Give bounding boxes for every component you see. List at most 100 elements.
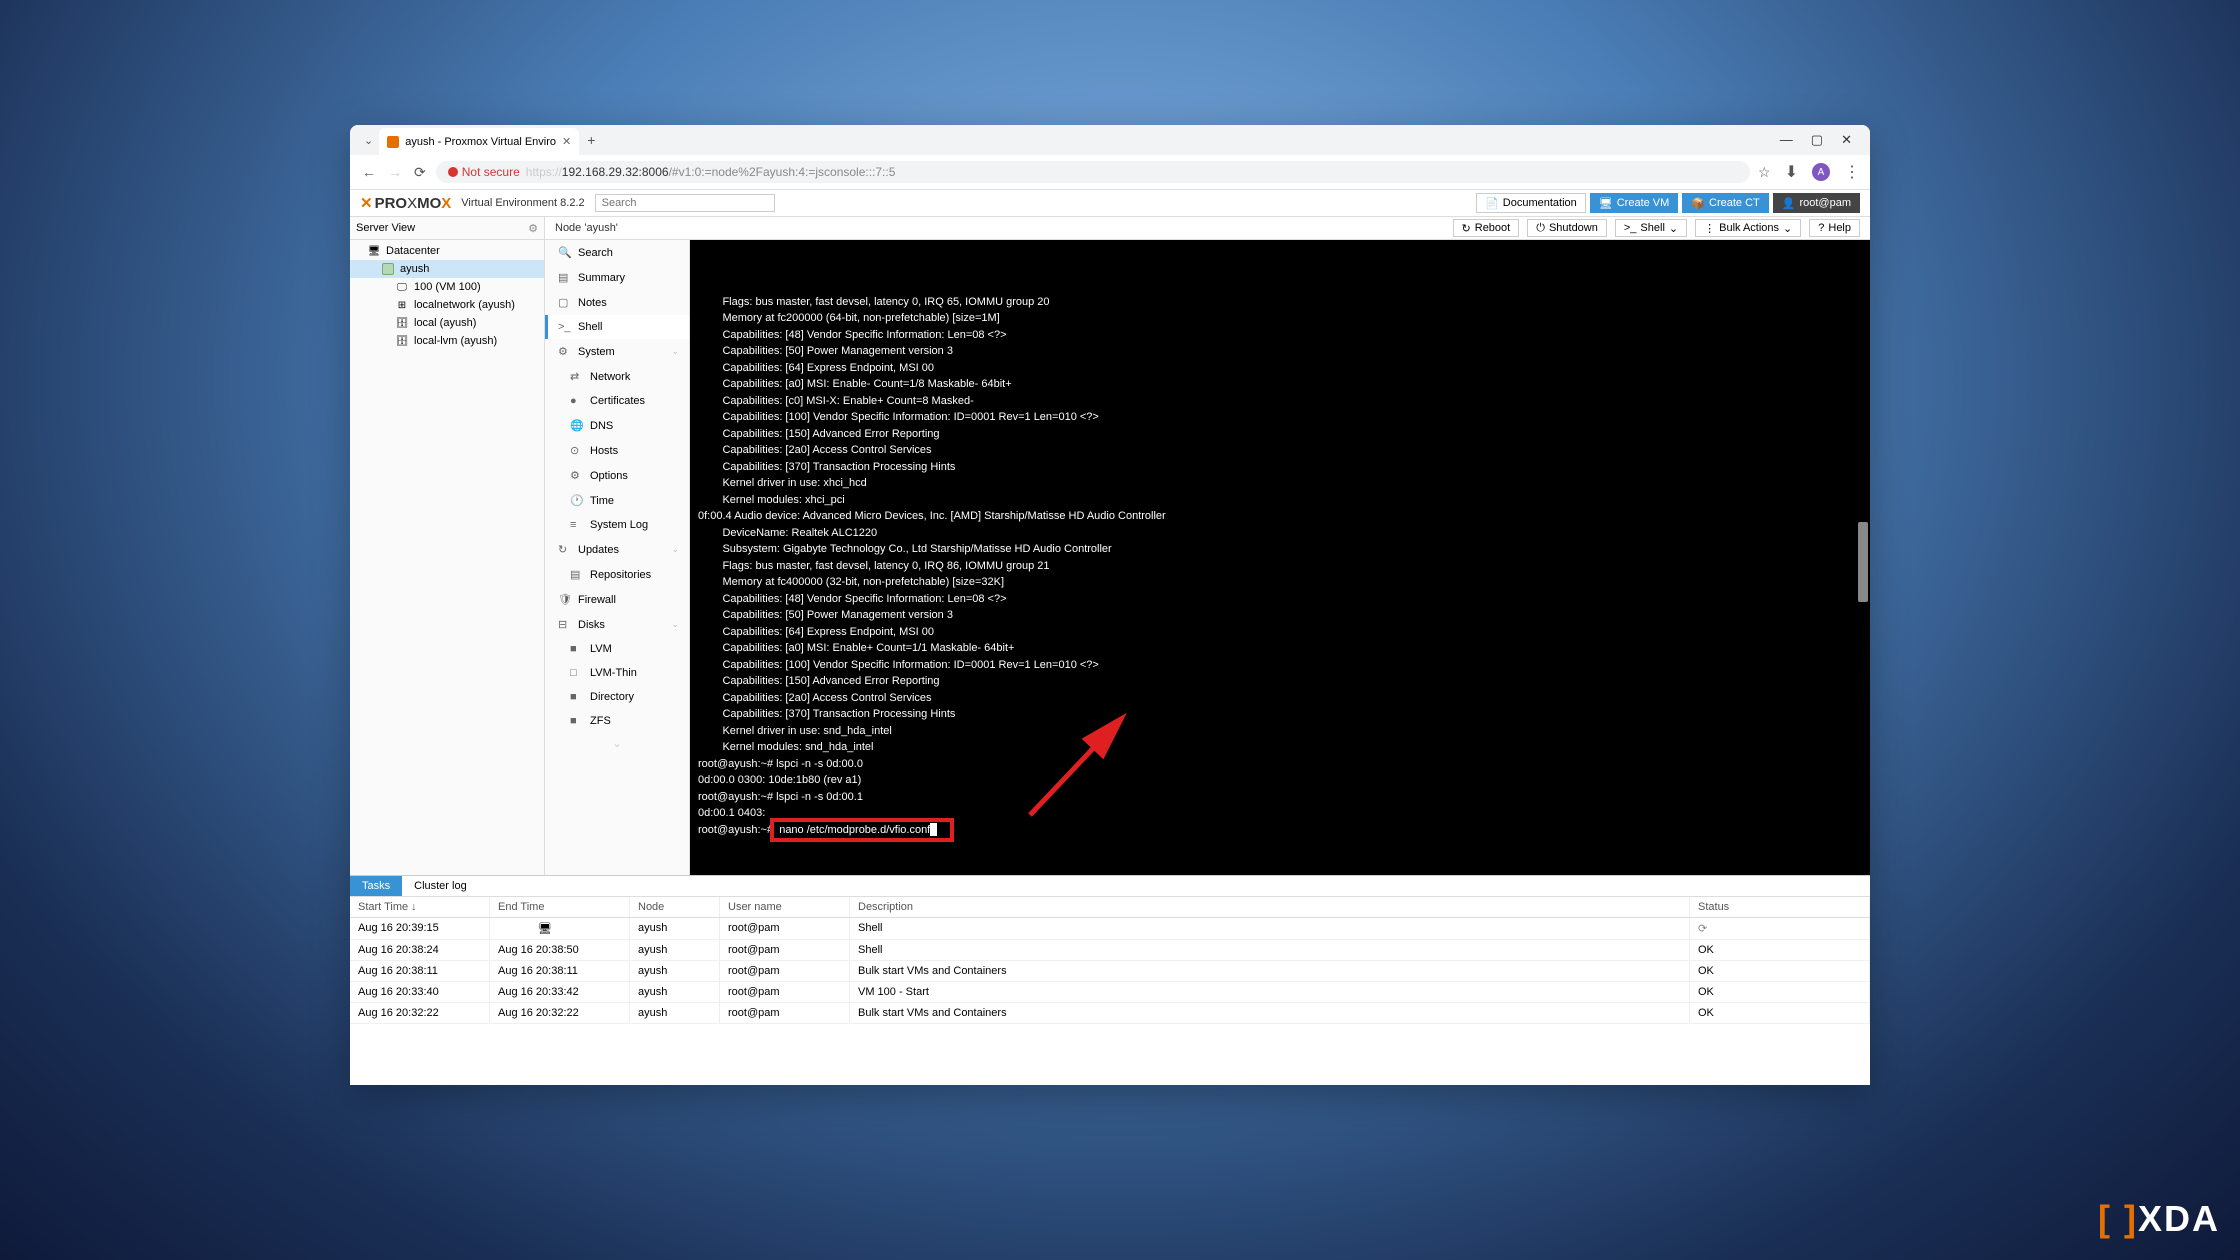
menu-disks[interactable]: ⊟Disks⌄ [545,612,689,637]
task-row[interactable]: Aug 16 20:38:11Aug 16 20:38:11ayushroot@… [350,961,1870,982]
menu-firewall[interactable]: 🛡Firewall [545,587,689,612]
search-input[interactable] [595,194,775,212]
menu-network[interactable]: ⇄Network [545,364,689,389]
menu-system-log[interactable]: ≡System Log [545,513,689,537]
shell-terminal[interactable]: Flags: bus master, fast devsel, latency … [690,240,1870,875]
download-icon[interactable]: ⬇ [1785,162,1798,182]
repositories-icon: ▤ [570,568,582,581]
user-menu-button[interactable]: 👤 root@pam [1773,193,1860,213]
tree-item-local-lvm-ayush-[interactable]: 🗄local-lvm (ayush) [350,332,544,350]
network-icon: ⇄ [570,370,582,383]
tree-item-localnetwork-ayush-[interactable]: ⊞localnetwork (ayush) [350,296,544,314]
node-icon [382,263,394,275]
version-label: Virtual Environment 8.2.2 [461,197,584,209]
address-bar: ← → ⟳ Not secure https://192.168.29.32:8… [350,155,1870,190]
forward-button[interactable]: → [386,162,404,182]
menu-notes[interactable]: ▢Notes [545,290,689,315]
task-row[interactable]: Aug 16 20:33:40Aug 16 20:33:42ayushroot@… [350,982,1870,1003]
window-controls: — ▢ ✕ [1780,132,1862,148]
col-status[interactable]: Status [1690,897,1870,917]
tree-item-local-ayush-[interactable]: 🗄local (ayush) [350,314,544,332]
profile-avatar[interactable]: A [1812,163,1830,181]
menu-lvm[interactable]: ■LVM [545,637,689,661]
menu-icon[interactable]: ⋮ [1844,162,1860,182]
tab-search-dropdown[interactable]: ⌄ [358,134,379,147]
create-ct-button[interactable]: 📦 Create CT [1682,193,1768,213]
col-user[interactable]: User name [720,897,850,917]
shell-icon: >_ [558,321,570,333]
menu-expand-more[interactable]: ⌄ [545,733,689,754]
task-row[interactable]: Aug 16 20:32:22Aug 16 20:32:22ayushroot@… [350,1003,1870,1024]
tree-item-ayush[interactable]: ayush [350,260,544,278]
col-start-time[interactable]: Start Time ↓ [350,897,490,917]
url-field[interactable]: Not secure https://192.168.29.32:8006/#v… [436,161,1750,183]
menu-system[interactable]: ⚙System⌄ [545,339,689,364]
gear-icon[interactable]: ⚙ [528,222,538,235]
tree-item-100-vm-100-[interactable]: 🖵100 (VM 100) [350,278,544,296]
options-icon: ⚙ [570,469,582,482]
back-button[interactable]: ← [360,162,378,182]
lvm-icon: ■ [570,643,582,655]
help-button[interactable]: ? Help [1809,219,1860,237]
menu-certificates[interactable]: ●Certificates [545,389,689,413]
tab-cluster-log[interactable]: Cluster log [402,876,479,896]
terminal-cursor [930,823,937,836]
new-tab-button[interactable]: + [579,132,603,148]
task-row[interactable]: Aug 16 20:38:24Aug 16 20:38:50ayushroot@… [350,940,1870,961]
summary-icon: ▤ [558,271,570,284]
col-end-time[interactable]: End Time [490,897,630,917]
disks-icon: ⊟ [558,618,570,631]
menu-updates[interactable]: ↻Updates⌄ [545,537,689,562]
shell-dropdown-button[interactable]: >_ Shell ⌄ [1615,219,1687,237]
bulk-actions-button[interactable]: ⋮ Bulk Actions ⌄ [1695,219,1801,237]
menu-zfs[interactable]: ■ZFS [545,709,689,733]
tree-item-datacenter[interactable]: 🖥Datacenter [350,242,544,260]
minimize-icon[interactable]: — [1780,132,1793,148]
updates-icon: ↻ [558,543,570,556]
insecure-badge[interactable]: Not secure [448,165,520,179]
menu-directory[interactable]: ■Directory [545,685,689,709]
main-panel: Node 'ayush' ↻ Reboot ⏻ Shutdown >_ Shel… [545,217,1870,875]
chevron-down-icon: ⌄ [671,544,679,555]
maximize-icon[interactable]: ▢ [1811,132,1823,148]
menu-dns[interactable]: 🌐DNS [545,413,689,438]
tree-view-selector[interactable]: Server View [356,222,415,234]
zfs-icon: ■ [570,715,582,727]
reboot-button[interactable]: ↻ Reboot [1453,219,1520,237]
menu-summary[interactable]: ▤Summary [545,265,689,290]
shutdown-button[interactable]: ⏻ Shutdown [1527,219,1607,237]
db-icon: 🗄 [396,335,408,347]
documentation-button[interactable]: 📄 Documentation [1476,193,1586,213]
url-path: /#v1:0:=node%2Fayush:4:=jsconsole:::7::5 [669,165,896,179]
task-row[interactable]: Aug 16 20:39:15🖥ayushroot@pamShell⟳ [350,918,1870,940]
tab-tasks[interactable]: Tasks [350,876,402,896]
menu-lvm-thin[interactable]: □LVM-Thin [545,661,689,685]
proxmox-header: ✕PROXMOX Virtual Environment 8.2.2 📄 Doc… [350,190,1870,217]
col-node[interactable]: Node [630,897,720,917]
url-scheme: https:// [526,165,562,179]
menu-shell[interactable]: >_Shell [545,315,689,339]
menu-time[interactable]: 🕐Time [545,488,689,513]
tasks-panel: Tasks Cluster log Start Time ↓ End Time … [350,875,1870,1085]
close-window-icon[interactable]: ✕ [1841,132,1852,148]
tab-title: ayush - Proxmox Virtual Enviro [405,136,556,148]
warning-icon [448,167,458,177]
bookmark-icon[interactable]: ☆ [1758,164,1771,181]
close-tab-icon[interactable]: ✕ [562,135,571,148]
browser-tab-proxmox[interactable]: ayush - Proxmox Virtual Enviro ✕ [379,128,579,155]
tasks-column-headers: Start Time ↓ End Time Node User name Des… [350,897,1870,918]
create-vm-button[interactable]: 🖥 Create VM [1590,193,1679,213]
menu-search[interactable]: 🔍Search [545,240,689,265]
menu-options[interactable]: ⚙Options [545,463,689,488]
reload-button[interactable]: ⟳ [412,162,428,183]
terminal-scrollbar[interactable] [1858,242,1868,873]
col-description[interactable]: Description [850,897,1690,917]
menu-hosts[interactable]: ⊙Hosts [545,438,689,463]
search-icon: 🔍 [558,246,570,259]
page-title: Node 'ayush' [555,222,1445,234]
xda-watermark: [ ]XDA [2098,1198,2220,1240]
proxmox-favicon [387,136,399,148]
menu-repositories[interactable]: ▤Repositories [545,562,689,587]
notes-icon: ▢ [558,296,570,309]
server-icon: 🖥 [368,245,380,257]
